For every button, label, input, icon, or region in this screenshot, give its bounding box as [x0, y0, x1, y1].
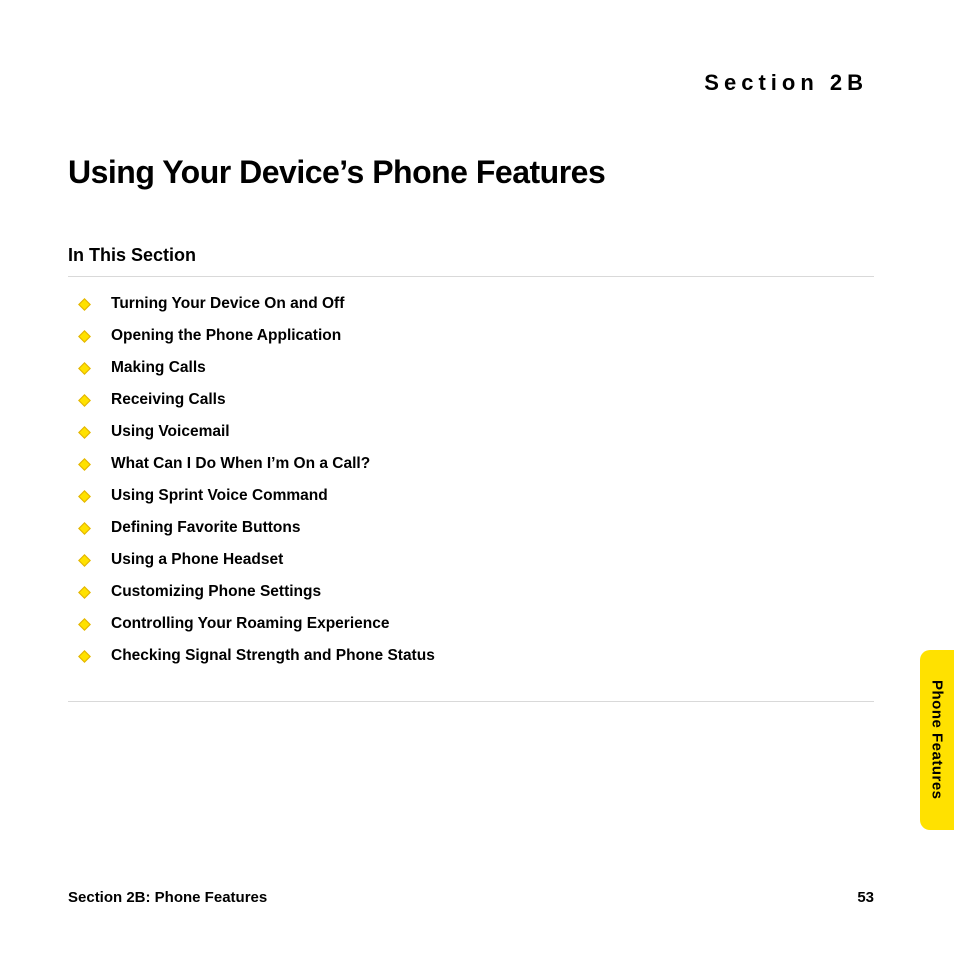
diamond-bullet-icon — [78, 298, 91, 311]
list-item: Turning Your Device On and Off — [80, 295, 874, 313]
page-number: 53 — [857, 889, 874, 906]
toc-link[interactable]: Receiving Calls — [111, 391, 226, 409]
toc-link[interactable]: Turning Your Device On and Off — [111, 295, 344, 313]
side-tab: Phone Features — [920, 650, 954, 830]
side-tab-label: Phone Features — [929, 680, 946, 800]
list-item: Customizing Phone Settings — [80, 583, 874, 601]
toc-link[interactable]: Defining Favorite Buttons — [111, 519, 300, 537]
in-this-section-heading: In This Section — [68, 245, 874, 277]
page-footer: Section 2B: Phone Features 53 — [68, 889, 874, 906]
toc-link[interactable]: Controlling Your Roaming Experience — [111, 615, 389, 633]
list-item: Using Voicemail — [80, 423, 874, 441]
list-item: What Can I Do When I’m On a Call? — [80, 455, 874, 473]
list-item: Receiving Calls — [80, 391, 874, 409]
toc-list: Turning Your Device On and Off Opening t… — [68, 295, 874, 702]
diamond-bullet-icon — [78, 394, 91, 407]
list-item: Defining Favorite Buttons — [80, 519, 874, 537]
toc-link[interactable]: Using Voicemail — [111, 423, 230, 441]
toc-link[interactable]: Opening the Phone Application — [111, 327, 341, 345]
diamond-bullet-icon — [78, 362, 91, 375]
diamond-bullet-icon — [78, 426, 91, 439]
page-title: Using Your Device’s Phone Features — [68, 154, 874, 191]
section-label: Section 2B — [68, 70, 874, 96]
toc-link[interactable]: Making Calls — [111, 359, 206, 377]
diamond-bullet-icon — [78, 490, 91, 503]
toc-link[interactable]: Using a Phone Headset — [111, 551, 283, 569]
document-page: Section 2B Using Your Device’s Phone Fea… — [0, 0, 954, 954]
toc-link[interactable]: Checking Signal Strength and Phone Statu… — [111, 647, 435, 665]
list-item: Using a Phone Headset — [80, 551, 874, 569]
list-item: Opening the Phone Application — [80, 327, 874, 345]
toc-link[interactable]: Customizing Phone Settings — [111, 583, 321, 601]
diamond-bullet-icon — [78, 522, 91, 535]
diamond-bullet-icon — [78, 618, 91, 631]
list-item: Using Sprint Voice Command — [80, 487, 874, 505]
diamond-bullet-icon — [78, 330, 91, 343]
diamond-bullet-icon — [78, 650, 91, 663]
diamond-bullet-icon — [78, 586, 91, 599]
list-item: Controlling Your Roaming Experience — [80, 615, 874, 633]
list-item: Checking Signal Strength and Phone Statu… — [80, 647, 874, 665]
footer-section-title: Section 2B: Phone Features — [68, 889, 267, 906]
diamond-bullet-icon — [78, 458, 91, 471]
diamond-bullet-icon — [78, 554, 91, 567]
toc-link[interactable]: Using Sprint Voice Command — [111, 487, 328, 505]
toc-link[interactable]: What Can I Do When I’m On a Call? — [111, 455, 370, 473]
list-item: Making Calls — [80, 359, 874, 377]
